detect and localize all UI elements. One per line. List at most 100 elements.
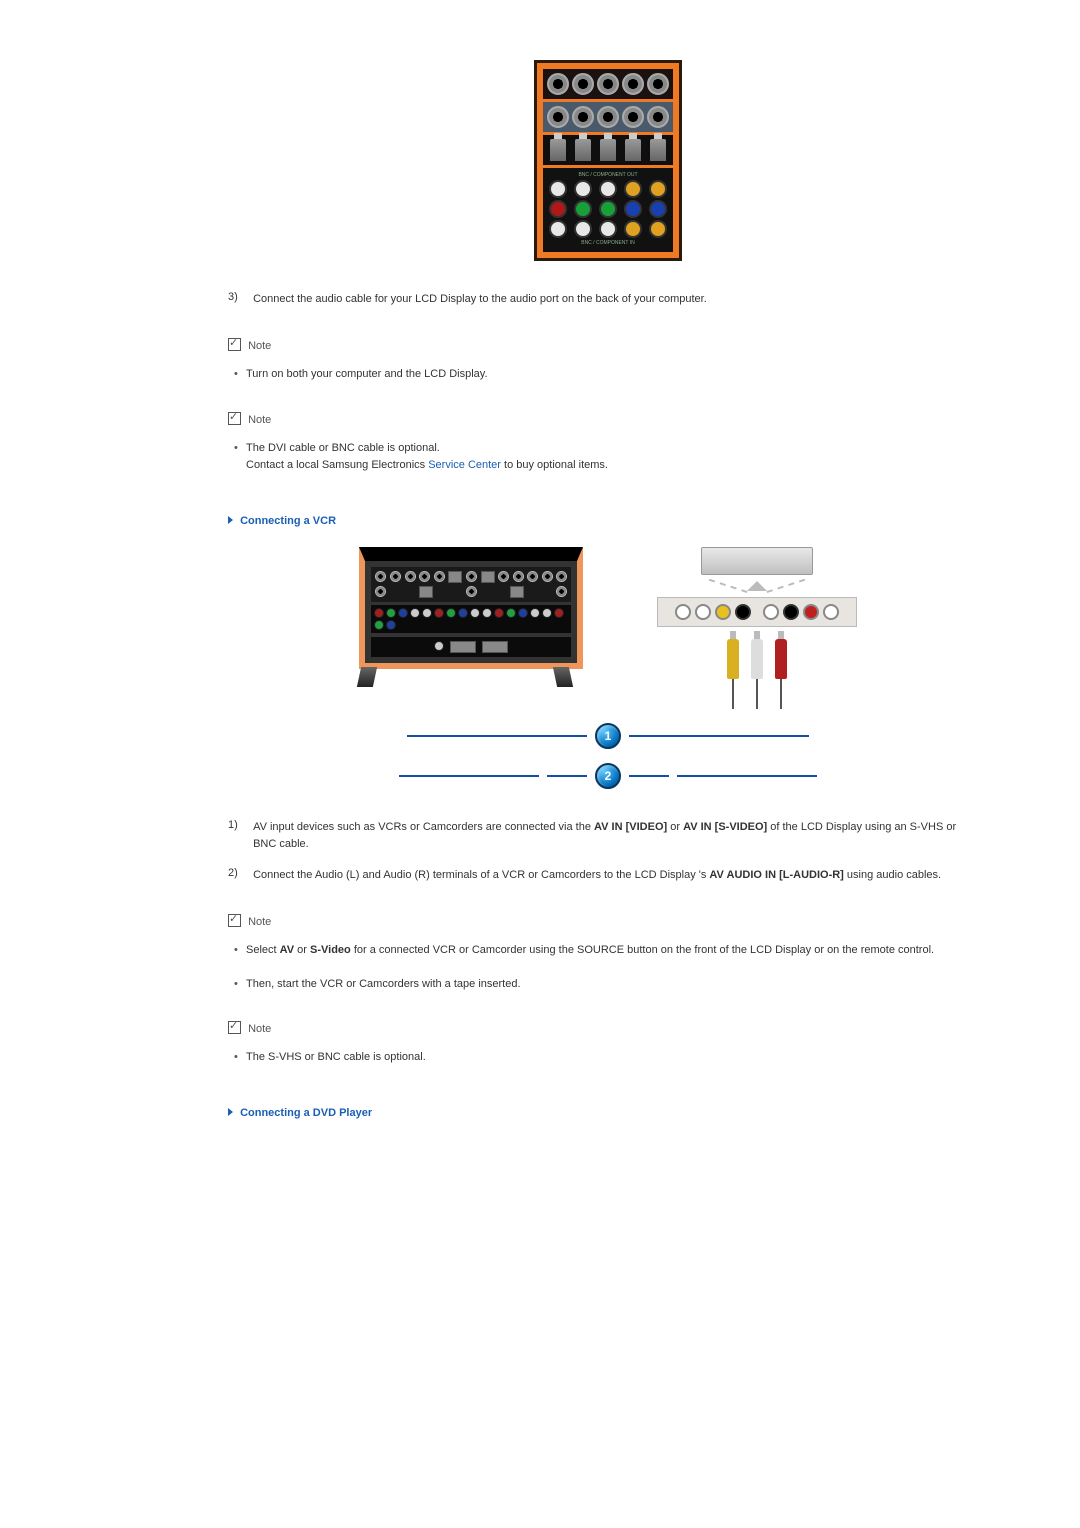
bnc-plug-row	[543, 135, 673, 165]
text: for a connected VCR or Camcorder using t…	[351, 944, 934, 956]
cable-wire	[756, 679, 758, 709]
section-connecting-vcr: Connecting a VCR	[228, 515, 988, 527]
bnc-in-row	[543, 69, 673, 99]
text: or	[294, 944, 310, 956]
port-sq	[419, 586, 433, 598]
note-list: Select AV or S-Video for a connected VCR…	[228, 942, 988, 993]
bnc-jack	[405, 571, 416, 582]
cable	[751, 639, 763, 709]
bnc-panel: BNC / COMPONENT OUT	[534, 60, 682, 261]
step-number: 3)	[228, 291, 250, 303]
port-sq	[448, 571, 462, 583]
note-list: The S-VHS or BNC cable is optional.	[228, 1049, 988, 1067]
line-segment	[629, 775, 669, 777]
bnc-jack	[597, 106, 619, 128]
cable-wire	[732, 679, 734, 709]
text: Connect the Audio (L) and Audio (R) term…	[253, 869, 709, 881]
arrow-icon	[747, 581, 767, 591]
callout-line-2: 2	[348, 763, 868, 789]
cable-plug-yellow	[727, 639, 739, 679]
vcr-step-2: 2) Connect the Audio (L) and Audio (R) t…	[228, 867, 988, 884]
jack-yellow	[715, 604, 731, 620]
note-item: The S-VHS or BNC cable is optional.	[228, 1049, 988, 1067]
rca-green	[374, 620, 384, 630]
port-sq	[481, 571, 495, 583]
line-segment	[407, 735, 587, 737]
component-in-label: BNC / COMPONENT IN	[545, 240, 671, 246]
vcr-unit	[701, 547, 813, 575]
cable-wire	[780, 679, 782, 709]
note-item: Turn on both your computer and the LCD D…	[228, 366, 988, 384]
vcr-diagram: 1 2	[348, 547, 868, 789]
rca-white	[530, 608, 540, 618]
check-icon	[228, 1021, 241, 1034]
note-label: Note	[248, 340, 271, 352]
line-segment	[547, 775, 587, 777]
bnc-jack	[527, 571, 538, 582]
step-text: Connect the audio cable for your LCD Dis…	[253, 291, 973, 308]
monitor-mid-row	[371, 605, 571, 633]
check-icon	[228, 914, 241, 927]
bnc-jack	[542, 571, 553, 582]
note-text: The S-VHS or BNC cable is optional.	[246, 1051, 426, 1063]
note-text: Then, start the VCR or Camcorders with a…	[246, 978, 521, 990]
rca-green	[506, 608, 516, 618]
note-heading: Note	[228, 338, 988, 352]
document-page: BNC / COMPONENT OUT	[0, 0, 1080, 1199]
text: or	[667, 821, 683, 833]
check-icon	[228, 412, 241, 425]
note-item: The DVI cable or BNC cable is optional. …	[228, 440, 988, 475]
service-center-link[interactable]: Service Center	[428, 459, 501, 471]
monitor-foot	[553, 667, 573, 687]
step-text: Connect the Audio (L) and Audio (R) term…	[253, 867, 973, 884]
bnc-out-row	[543, 102, 673, 132]
bnc-jack	[556, 586, 567, 597]
rca-white	[549, 220, 567, 238]
bold-text: AV IN [VIDEO]	[594, 821, 667, 833]
bnc-jack	[375, 586, 386, 597]
component-grid: BNC / COMPONENT OUT	[543, 168, 673, 252]
bnc-jack	[375, 571, 386, 582]
bnc-jack	[466, 586, 477, 597]
bnc-plug	[550, 139, 566, 161]
jack-white	[823, 604, 839, 620]
bnc-jack	[647, 106, 669, 128]
bnc-plug	[600, 139, 616, 161]
step-number: 1)	[228, 819, 250, 831]
monitor-foot	[357, 667, 377, 687]
rca-orange	[649, 180, 667, 198]
triangle-icon	[228, 1108, 233, 1116]
bold-text: S-Video	[310, 944, 351, 956]
jack-white	[675, 604, 691, 620]
rca-red	[374, 608, 384, 618]
note-text: Contact a local Samsung Electronics	[246, 459, 428, 471]
bnc-jack	[647, 73, 669, 95]
line-segment	[677, 775, 817, 777]
bnc-jack	[498, 571, 509, 582]
rca-blue	[458, 608, 468, 618]
content-column: BNC / COMPONENT OUT	[228, 60, 988, 1119]
rca-white	[574, 220, 592, 238]
check-icon	[228, 338, 241, 351]
bnc-jack	[622, 106, 644, 128]
note-text: to buy optional items.	[501, 459, 608, 471]
bold-text: AV AUDIO IN [L-AUDIO-R]	[709, 869, 843, 881]
bnc-jack	[547, 106, 569, 128]
note-label: Note	[248, 414, 271, 426]
rca-red	[494, 608, 504, 618]
callout-line-1: 1	[348, 723, 868, 749]
rca-white	[482, 608, 492, 618]
bnc-plug	[625, 139, 641, 161]
port-round	[434, 641, 444, 651]
note-label: Note	[248, 1023, 271, 1035]
section-connecting-dvd: Connecting a DVD Player	[228, 1107, 988, 1119]
rca-white	[549, 180, 567, 198]
rca-orange	[624, 220, 642, 238]
rca-red	[434, 608, 444, 618]
cable-plug-white	[751, 639, 763, 679]
triangle-icon	[228, 516, 233, 524]
text: using audio cables.	[844, 869, 941, 881]
port-rect	[482, 641, 508, 653]
rca-orange	[649, 220, 667, 238]
section-title-text: Connecting a VCR	[240, 515, 336, 527]
